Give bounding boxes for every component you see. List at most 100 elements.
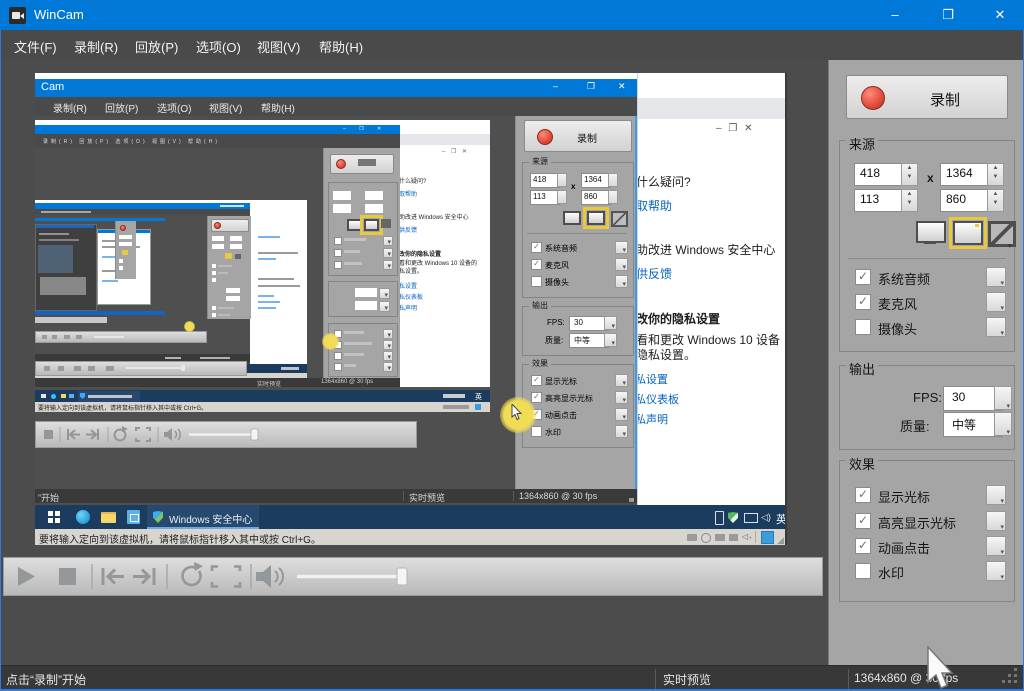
show-cursor-checkbox[interactable]: ✓ [855,487,871,503]
close-button[interactable]: ✕ [977,0,1023,30]
animate-click-dropdown[interactable] [986,536,1006,556]
nested4-taskbar [35,311,165,315]
security-help-link[interactable]: 获取帮助 [638,197,785,214]
vm-tool-icon [761,531,774,544]
skip-start-button [101,568,124,585]
nested2-security-content: 有什么疑问? 获取帮助 帮助改进 Windows 安全中心 提供反馈 更改你的隐… [400,179,478,312]
window-mode-icon[interactable] [949,217,987,249]
nested1-minimize: – [553,81,559,91]
tray-network-icon [744,513,758,523]
status-preview-mode: 实时预览 [663,673,712,687]
capture-width-input[interactable]: 1364 [940,163,993,186]
security-question: 有什么疑问? [637,175,691,189]
nested1-title-bar: Cam – ❐ ✕ [35,79,637,97]
nested2-menu-bar: 录制(R) 回放(P) 选项(O) 视图(V) 帮助(H) [35,134,400,148]
vm-resize-grip [777,537,784,544]
microphone-checkbox[interactable]: ✓ [855,294,871,310]
taskbar-active-app: Windows 安全中心 [147,505,259,529]
play-button [18,567,35,586]
title-bar: WinCam – ❐ ✕ [0,0,1024,30]
security-privacy-title: 更改你的隐私设置 [637,312,721,326]
vm-sound-icon: ◁₊ [742,532,753,541]
menu-view[interactable]: 视图(V) [257,37,300,56]
store-icon [127,510,140,524]
microphone-label: 麦克风 [878,297,918,312]
vm-printer-icon [729,534,738,541]
vm-clock-icon [701,533,711,543]
system-audio-dropdown[interactable] [986,267,1006,287]
security-feedback-link[interactable]: 提供反馈 [638,265,785,282]
capture-height-stepper[interactable]: ▲ ▼ [987,189,1004,212]
nested1-menu-item: 回放(P) [105,104,139,115]
highlight-cursor-dropdown[interactable] [986,511,1006,531]
menu-options[interactable]: 选项(O) [196,37,241,56]
menu-bar: 文件(F) 录制(R) 回放(P) 选项(O) 视图(V) 帮助(H) [0,30,1024,60]
nested1-menu-item: 选项(O) [157,104,192,115]
nested2-toolbar [35,361,247,376]
menu-help[interactable]: 帮助(H) [319,37,363,56]
camera-dropdown[interactable] [986,317,1006,337]
camera-checkbox[interactable] [855,319,871,335]
tray-volume-icon: ◁) [761,512,771,522]
nested2-title-bar: – ❐ ✕ [35,125,400,134]
capture-height-input[interactable]: 860 [940,189,993,212]
nested2-body [35,148,400,378]
quality-dropdown[interactable] [994,412,1012,436]
window-title: WinCam [34,7,84,22]
capture-region-border [635,116,637,503]
capture-x-input[interactable]: 418 [854,163,907,186]
microphone-dropdown[interactable] [986,292,1006,312]
skip-end-button [133,568,156,585]
captured-cursor-icon [511,404,523,421]
capture-width-stepper[interactable]: ▲ ▼ [987,163,1004,186]
security-content: 有什么疑问? 获取帮助 帮助改进 Windows 安全中心 提供反馈 更改你的隐… [637,173,785,427]
nested2-status-bar: 实时预览 1364x860 @ 30 fps [35,378,400,388]
wincam-window: WinCam – ❐ ✕ 文件(F) 录制(R) 回放(P) 选项(O) 视图(… [0,0,1024,691]
highlight-cursor-checkbox[interactable]: ✓ [855,513,871,529]
show-cursor-dropdown[interactable] [986,485,1006,505]
watermark-checkbox[interactable] [855,563,871,579]
capture-x-stepper[interactable]: ▲ ▼ [901,163,918,186]
capture-y-stepper[interactable]: ▲ ▼ [901,189,918,212]
menu-record[interactable]: 录制(R) [74,37,118,56]
mouse-cursor [927,646,954,689]
animate-click-label: 动画点击 [878,541,931,556]
minimize-button[interactable]: – [872,0,918,30]
system-audio-checkbox[interactable]: ✓ [855,269,871,285]
window-border-left [0,30,1,691]
stop-button [59,568,76,585]
security-link-settings[interactable]: 隐私设置 [638,371,785,387]
cursor-highlight-halo-l2 [322,333,339,350]
source-group: 来源 418 ▲ ▼ x 1364 ▲ ▼ 113 ▲ ▼ 860 ▲ ▼ ▾ ✓ 系统… [839,134,1016,352]
vm-disk-icon [687,534,697,541]
record-button-label: 录制 [930,92,961,109]
nested1-menu-item: 录制(R) [53,104,87,115]
nested1-status-bar: ”开始 实时预览 1364x860 @ 30 fps [35,489,637,503]
maximize-button[interactable]: ❐ [925,0,971,30]
captured-frame: – ❐ ✕ 有什么疑问? 获取帮助 帮助改进 Windows 安全中心 提供反馈… [35,73,787,545]
security-window-controls: – ❐ ✕ [716,123,755,134]
fps-dropdown[interactable] [994,386,1012,410]
security-link-dashboard[interactable]: 隐私仪表板 [638,391,785,407]
nested4-title-sliver [35,218,165,221]
menu-file[interactable]: 文件(F) [14,37,57,56]
nested1-menu-bar: 录制(R) 回放(P) 选项(O) 视图(V) 帮助(H) [35,97,637,116]
security-header-strip [638,98,785,119]
edge-icon [76,510,90,524]
start-icon [48,511,53,516]
nested4-window-a [35,224,97,311]
capture-y-input[interactable]: 113 [854,189,907,212]
record-button[interactable]: 录制 [846,75,1008,119]
fullscreen-button [210,565,242,588]
resize-grip[interactable] [1008,674,1011,677]
nested-wincam-level1: Cam – ❐ ✕ 录制(R) 回放(P) 选项(O) 视图(V) 帮助(H) [35,79,637,503]
menu-play[interactable]: 回放(P) [135,37,178,56]
animate-click-checkbox[interactable]: ✓ [855,538,871,554]
screen-mode-icon[interactable] [916,221,946,243]
status-hint: 点击“录制”开始 [6,673,86,687]
watermark-dropdown[interactable] [986,561,1006,581]
nested3-panel [207,216,251,319]
nested2-security-window: – ❐ ✕ 有什么疑问? 获取帮助 帮助改进 Windows 安全中心 提供反馈… [400,120,490,387]
nested1-toolbar [35,421,417,448]
security-link-statement[interactable]: 隐私声明 [638,411,785,427]
